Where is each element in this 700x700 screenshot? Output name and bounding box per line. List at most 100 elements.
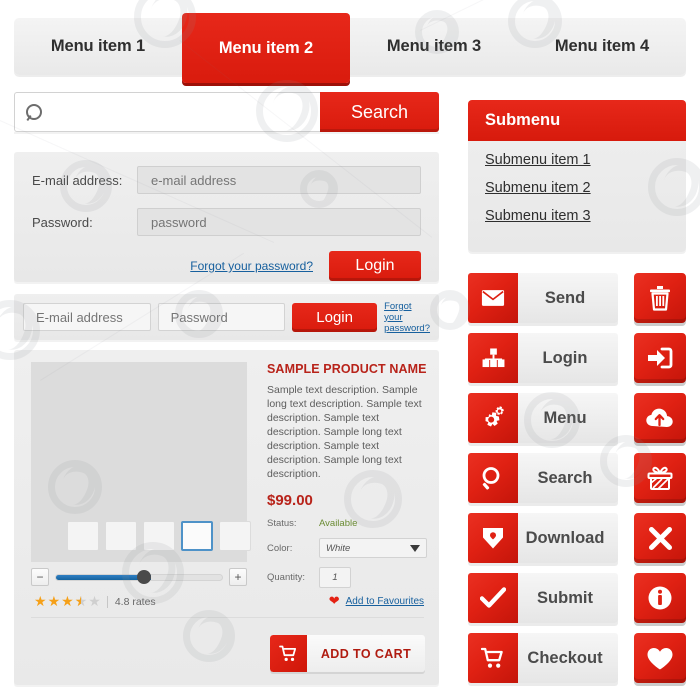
product-thumbnail-selected[interactable] [181, 521, 213, 551]
star-icon: ★ [34, 593, 47, 609]
favourite-icon-button[interactable] [634, 633, 686, 683]
zoom-slider-track[interactable] [55, 570, 223, 584]
shopping-cart-icon [270, 635, 307, 672]
search-field-wrapper[interactable] [14, 92, 320, 132]
quantity-value: 1 [332, 572, 338, 583]
tab-menu-item-4[interactable]: Menu item 4 [518, 18, 686, 75]
zoom-slider-handle[interactable] [136, 570, 151, 584]
product-thumbnail[interactable] [143, 521, 175, 551]
search-button[interactable]: Search [320, 92, 439, 132]
color-select-value: White [326, 542, 351, 554]
inline-login-button[interactable]: Login [292, 302, 378, 332]
tab-label: Menu item 1 [50, 37, 146, 55]
product-rating: ★ ★ ★ ★ ★ 4.8 rates [34, 593, 156, 610]
inline-password-field-wrapper[interactable] [157, 303, 286, 331]
menu-button-label: Menu [543, 408, 587, 427]
email-label: E-mail address: [32, 172, 123, 188]
search-bar: Search [14, 92, 439, 132]
info-icon [647, 585, 673, 611]
email-field-wrapper[interactable] [137, 166, 421, 194]
chevron-down-icon [410, 544, 420, 552]
zoom-out-button[interactable]: − [31, 568, 49, 586]
product-thumbnail[interactable] [219, 521, 251, 551]
inline-forgot-password-link[interactable]: Forgot your password? [384, 301, 430, 334]
cloud-upload-icon-button[interactable] [634, 393, 686, 443]
add-to-cart-button[interactable]: ADD TO CART [270, 635, 425, 672]
zoom-out-label: − [36, 570, 44, 584]
quantity-label: Quantity: [267, 572, 306, 583]
search-wide-button[interactable]: Search [468, 453, 618, 503]
submenu-panel: Submenu Submenu item 1 Submenu item 2 Su… [468, 100, 686, 252]
submenu-item-1[interactable]: Submenu item 1 [485, 152, 591, 168]
login-wide-button[interactable]: Login [468, 333, 618, 383]
star-icon: ★ [47, 593, 61, 609]
color-select[interactable]: White [319, 538, 427, 558]
password-input[interactable] [149, 213, 420, 231]
rating-count-text: 4.8 rates [106, 595, 156, 608]
status-label: Status: [267, 518, 297, 529]
email-input[interactable] [149, 171, 420, 189]
tab-label: Menu item 2 [218, 38, 314, 57]
inline-login-bar: Login Forgot your password? [14, 294, 439, 340]
search-wide-button-label: Search [537, 468, 593, 487]
product-thumbnail[interactable] [67, 521, 99, 551]
login-panel: E-mail address: Password: Forgot your pa… [14, 152, 439, 282]
submenu-item-2[interactable]: Submenu item 2 [485, 180, 591, 196]
login-button[interactable]: Login [329, 251, 421, 281]
gift-icon-button[interactable] [634, 453, 686, 503]
inline-login-button-label: Login [316, 308, 353, 326]
add-to-favourites[interactable]: ❤ Add to Favourites [329, 593, 424, 609]
quantity-stepper[interactable]: 1 [319, 567, 351, 588]
delete-icon-button[interactable] [634, 273, 686, 323]
login-actions-row: Forgot your password? Login [32, 251, 421, 281]
password-label: Password: [32, 214, 93, 230]
checkout-button[interactable]: Checkout [468, 633, 618, 683]
login-arrow-icon [646, 346, 674, 370]
product-image [31, 362, 251, 562]
inline-email-input[interactable] [34, 308, 150, 326]
tab-label: Menu item 3 [386, 37, 482, 55]
tab-menu-item-1[interactable]: Menu item 1 [14, 18, 182, 75]
add-to-cart-label: ADD TO CART [320, 646, 412, 661]
inline-email-field-wrapper[interactable] [23, 303, 151, 331]
info-icon-button[interactable] [634, 573, 686, 623]
trash-icon [648, 285, 672, 311]
tab-menu-item-2[interactable]: Menu item 2 [182, 13, 350, 83]
login-icon-button[interactable] [634, 333, 686, 383]
image-zoom-slider-row: − + [31, 568, 247, 586]
submenu-title: Submenu [485, 111, 561, 129]
menu-button[interactable]: Menu [468, 393, 618, 443]
tab-menu-item-3[interactable]: Menu item 3 [350, 18, 518, 75]
product-divider [31, 617, 424, 618]
product-info: SAMPLE PRODUCT NAME Sample text descript… [267, 362, 427, 588]
forgot-password-link[interactable]: Forgot your password? [190, 259, 313, 273]
login-button-label: Login [355, 257, 395, 274]
star-empty-icon: ★ [88, 593, 101, 609]
product-thumbnail[interactable] [105, 521, 137, 551]
tab-label: Menu item 4 [554, 37, 650, 55]
product-panel: − + ★ ★ ★ ★ ★ 4.8 rates ❤ Add to Favouri… [14, 350, 439, 685]
download-button[interactable]: Download [468, 513, 618, 563]
add-to-favourites-label[interactable]: Add to Favourites [346, 596, 424, 607]
cloud-upload-icon [645, 407, 675, 429]
close-icon-button[interactable] [634, 513, 686, 563]
password-field-wrapper[interactable] [137, 208, 421, 236]
inline-password-input[interactable] [168, 308, 285, 326]
zoom-in-button[interactable]: + [229, 568, 247, 586]
send-button[interactable]: Send [468, 273, 618, 323]
search-input[interactable] [43, 103, 320, 121]
email-row: E-mail address: [32, 166, 421, 194]
submit-button[interactable]: Submit [468, 573, 618, 623]
shopping-cart-icon [468, 633, 518, 683]
heart-icon: ❤ [328, 593, 340, 608]
download-icon [468, 513, 518, 563]
product-thumbnail-strip [67, 521, 251, 551]
star-icon: ★ [61, 593, 74, 609]
search-button-label: Search [350, 101, 409, 122]
submenu-item-3[interactable]: Submenu item 3 [485, 208, 591, 224]
color-label: Color: [267, 542, 293, 554]
magnifier-icon [468, 453, 518, 503]
envelope-icon [468, 273, 518, 323]
product-name: SAMPLE PRODUCT NAME [267, 362, 427, 376]
checkmark-icon [468, 573, 518, 623]
